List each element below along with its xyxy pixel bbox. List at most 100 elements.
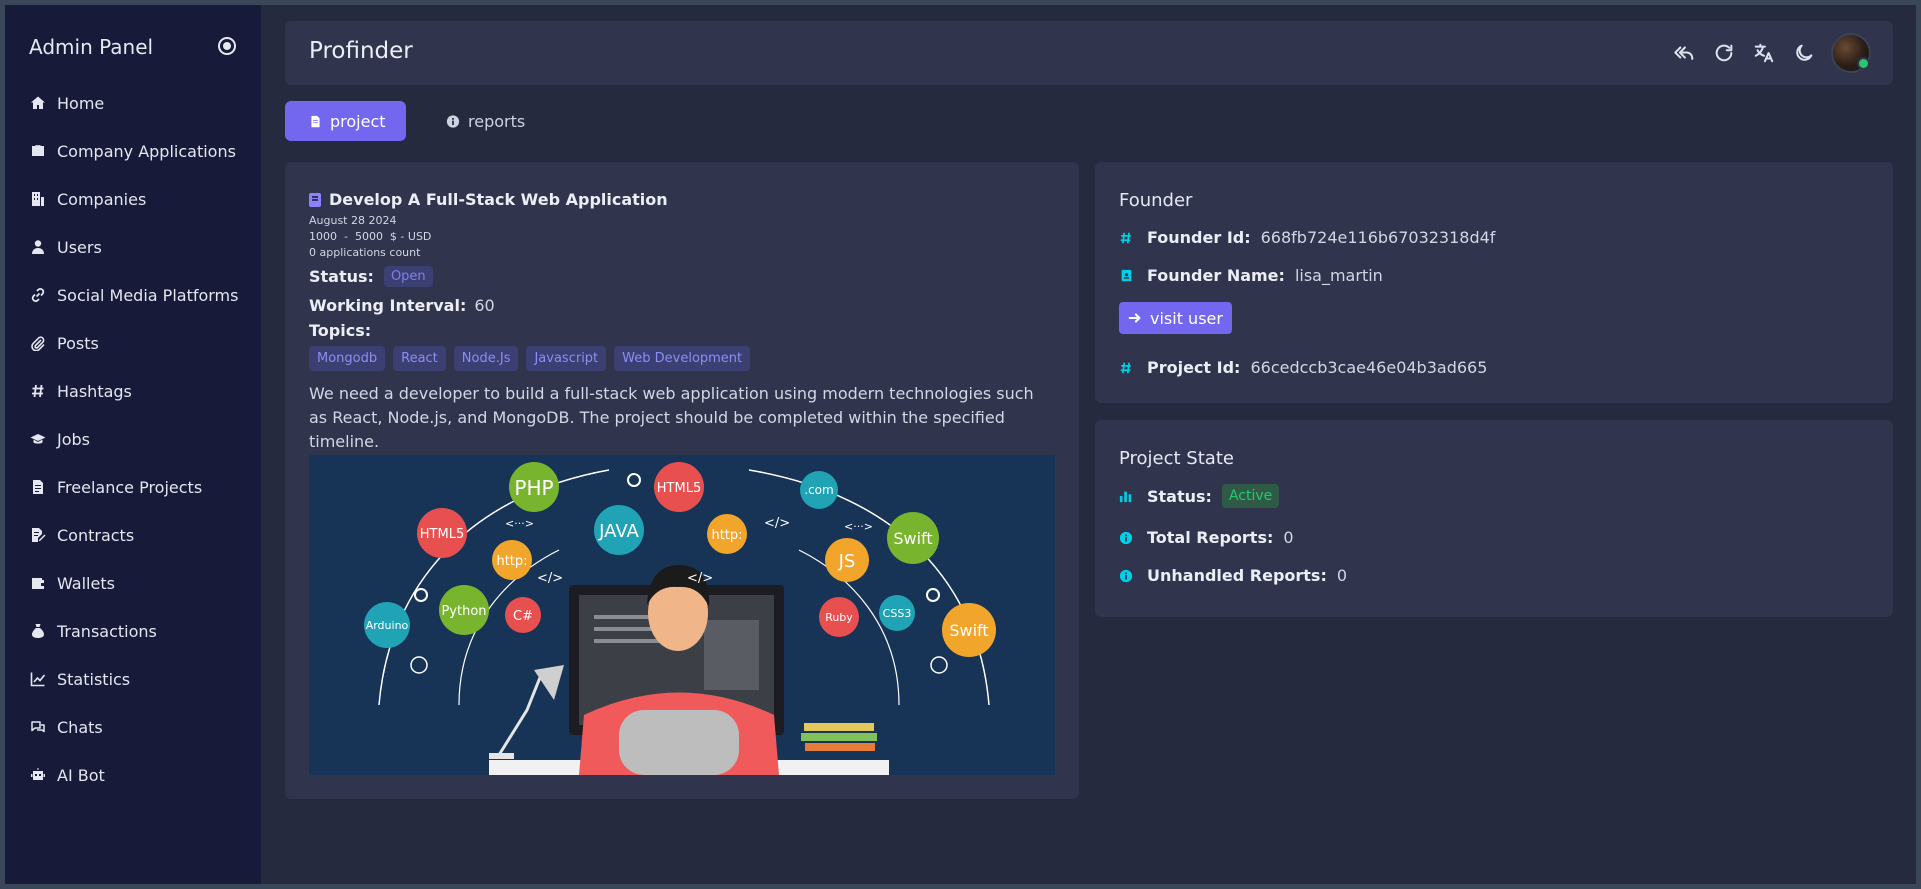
chat-icon xyxy=(29,718,47,736)
sidebar-item-label: Wallets xyxy=(57,573,115,593)
sidebar-item-label: Contracts xyxy=(57,525,135,545)
topic-chip: Node.Js xyxy=(453,346,519,371)
founder-id-row: Founder Id: 668fb724e116b67032318d4f xyxy=(1119,228,1495,247)
founder-id-value: 668fb724e116b67032318d4f xyxy=(1260,228,1496,247)
sidebar-item-label: Home xyxy=(57,93,105,113)
bubble-css3: CSS3 xyxy=(879,595,915,631)
tab-project[interactable]: project xyxy=(285,101,406,141)
svg-text:PHP: PHP xyxy=(514,476,553,500)
founder-name-label: Founder Name: xyxy=(1147,266,1285,285)
sidebar-item-transactions[interactable]: Transactions xyxy=(5,607,261,655)
sidebar-item-label: Posts xyxy=(57,333,99,353)
total-reports-row: Total Reports: 0 xyxy=(1119,528,1294,547)
bubble-java: JAVA xyxy=(594,505,644,555)
sidebar-nav: Home Company Applications Companies User… xyxy=(5,79,261,799)
project-date: August 28 2024 xyxy=(309,214,397,227)
sidebar-item-ai-bot[interactable]: AI Bot xyxy=(5,751,261,799)
sidebar-item-label: AI Bot xyxy=(57,765,105,785)
building-icon xyxy=(29,190,47,208)
tab-reports[interactable]: reports xyxy=(422,101,549,141)
topics-list: Mongodb React Node.Js Javascript Web Dev… xyxy=(309,346,758,371)
status-badge: Open xyxy=(383,266,433,287)
file-icon xyxy=(29,478,47,496)
sidebar-item-label: Statistics xyxy=(57,669,131,689)
topics-label: Topics: xyxy=(309,321,372,340)
founder-card: Founder Founder Id: 668fb724e116b6703231… xyxy=(1095,162,1893,403)
sidebar-toggle-icon[interactable] xyxy=(218,37,236,55)
unhandled-reports-row: Unhandled Reports: 0 xyxy=(1119,566,1347,585)
founder-name-value: lisa_martin xyxy=(1294,266,1383,285)
svg-text:Swift: Swift xyxy=(949,621,988,640)
sidebar-item-users[interactable]: Users xyxy=(5,223,261,271)
arc-arrow-right xyxy=(748,469,990,706)
bubble-swift-top: Swift xyxy=(887,512,939,564)
tabs: project reports xyxy=(285,101,1893,141)
tab-label: project xyxy=(330,111,386,131)
sidebar-item-social-media-platforms[interactable]: Social Media Platforms xyxy=(5,271,261,319)
hashtag-icon xyxy=(1119,361,1133,375)
founder-name-row: Founder Name: lisa_martin xyxy=(1119,266,1383,285)
app-frame: Admin Panel Home Company Applications Co… xyxy=(5,5,1916,884)
page-title: Profinder xyxy=(309,38,413,64)
sidebar-item-jobs[interactable]: Jobs xyxy=(5,415,261,463)
project-card: Develop A Full-Stack Web Application Aug… xyxy=(285,162,1079,799)
visit-user-button[interactable]: visit user xyxy=(1119,302,1232,334)
money-bag-icon xyxy=(29,622,47,640)
arrow-right-icon xyxy=(1128,313,1141,323)
sidebar-item-label: Users xyxy=(57,237,102,257)
total-reports-label: Total Reports: xyxy=(1147,528,1274,547)
bubble-dotcom: .com xyxy=(800,471,838,509)
contact-card-icon xyxy=(1119,269,1133,283)
translate-icon[interactable] xyxy=(1753,42,1775,64)
project-title: Develop A Full-Stack Web Application xyxy=(309,190,668,209)
svg-text:.com: .com xyxy=(804,483,833,497)
sidebar-item-label: Company Applications xyxy=(57,141,236,161)
home-icon xyxy=(29,94,47,112)
bubble-http-right: http: xyxy=(707,514,747,554)
topic-chip: React xyxy=(393,346,446,371)
line-chart-icon xyxy=(29,670,47,688)
unhandled-reports-label: Unhandled Reports: xyxy=(1147,566,1327,585)
moon-icon[interactable] xyxy=(1793,42,1815,64)
svg-text:JAVA: JAVA xyxy=(598,521,639,542)
topic-chip: Javascript xyxy=(526,346,607,371)
visit-user-label: visit user xyxy=(1150,308,1223,328)
status-label: Status: xyxy=(309,267,374,286)
sidebar-item-statistics[interactable]: Statistics xyxy=(5,655,261,703)
top-actions xyxy=(1655,33,1871,73)
sidebar: Admin Panel Home Company Applications Co… xyxy=(5,5,261,884)
topic-chip: Mongodb xyxy=(309,346,386,371)
sidebar-item-freelance-projects[interactable]: Freelance Projects xyxy=(5,463,261,511)
svg-text:HTML5: HTML5 xyxy=(420,527,464,542)
sidebar-item-label: Transactions xyxy=(57,621,157,641)
total-reports-value: 0 xyxy=(1283,528,1294,547)
svg-text:Ruby: Ruby xyxy=(825,611,853,624)
file-icon xyxy=(309,114,322,128)
paperclip-icon xyxy=(29,334,47,352)
project-status-row: Status: Open xyxy=(309,266,433,287)
avatar[interactable] xyxy=(1831,33,1871,73)
sidebar-item-home[interactable]: Home xyxy=(5,79,261,127)
sidebar-item-posts[interactable]: Posts xyxy=(5,319,261,367)
unhandled-reports-value: 0 xyxy=(1336,566,1348,585)
state-status-row: Status: Active xyxy=(1119,484,1280,508)
refresh-icon[interactable] xyxy=(1713,42,1735,64)
reply-all-icon[interactable] xyxy=(1673,42,1695,64)
bubble-csharp: C# xyxy=(505,597,541,633)
svg-text:Swift: Swift xyxy=(893,529,932,548)
bubble-http-left: http: xyxy=(492,540,532,580)
sidebar-item-wallets[interactable]: Wallets xyxy=(5,559,261,607)
founder-id-label: Founder Id: xyxy=(1147,228,1251,247)
sidebar-item-label: Social Media Platforms xyxy=(57,285,239,305)
sidebar-item-company-applications[interactable]: Company Applications xyxy=(5,127,261,175)
bubble-php: PHP xyxy=(509,462,559,512)
brand-title: Admin Panel xyxy=(29,35,154,59)
sidebar-item-label: Jobs xyxy=(57,429,90,449)
sidebar-item-companies[interactable]: Companies xyxy=(5,175,261,223)
sidebar-item-contracts[interactable]: Contracts xyxy=(5,511,261,559)
sidebar-item-hashtags[interactable]: Hashtags xyxy=(5,367,261,415)
svg-text:HTML5: HTML5 xyxy=(657,481,701,496)
status-badge: Active xyxy=(1221,484,1280,508)
sidebar-item-chats[interactable]: Chats xyxy=(5,703,261,751)
bubble-arduino: Arduino xyxy=(364,602,410,648)
